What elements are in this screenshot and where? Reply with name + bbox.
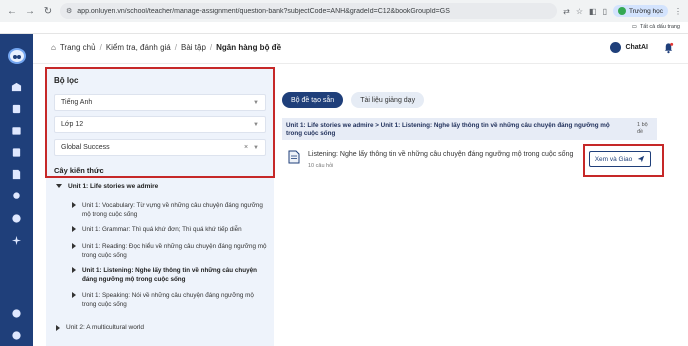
all-bookmarks-label: Tất cả dấu trang <box>639 24 680 30</box>
app-logo[interactable] <box>7 48 26 64</box>
url-text: app.onluyen.vn/school/teacher/manage-ass… <box>77 7 450 15</box>
translate-icon[interactable]: ⇄ <box>563 7 570 16</box>
view-button-label: Xem và Giao <box>594 155 633 163</box>
app-header: ⌂ Trang chủ / Kiểm tra, đánh giá / Bài t… <box>33 34 688 64</box>
tree-item-label: Unit 1: Speaking: Nói về những câu chuyệ… <box>82 292 254 308</box>
tree-node-label: Unit 1: Life stories we admire <box>68 183 159 190</box>
profile-avatar <box>617 7 626 15</box>
filter-panel: Bộ lọc Tiếng Anh ▼ Lớp 12 ▼ Global Succe… <box>46 67 274 346</box>
caret-right-icon <box>72 202 76 208</box>
back-icon[interactable]: ← <box>6 5 18 17</box>
exercise-title: Listening: Nghe lấy thông tin về những c… <box>308 151 574 158</box>
tree-item[interactable]: Unit 1: Vocabulary: Từ vựng về những câu… <box>72 201 268 219</box>
subject-select[interactable]: Tiếng Anh ▼ <box>54 94 266 111</box>
profile-button[interactable]: Trường học <box>612 5 668 17</box>
chevron-down-icon: ▼ <box>253 121 259 128</box>
document-icon[interactable] <box>11 169 23 180</box>
grade-value: Lớp 12 <box>61 121 84 128</box>
caret-right-icon <box>72 267 76 273</box>
caret-down-icon <box>56 184 62 188</box>
bookmark-star-icon[interactable]: ☆ <box>576 7 583 16</box>
forward-icon[interactable]: → <box>24 5 36 17</box>
group-count: 1 bộ đề <box>637 122 648 135</box>
tree-item-label: Unit 1: Reading: Đọc hiểu về những câu c… <box>82 243 267 259</box>
document-icon <box>288 150 300 164</box>
home-icon[interactable]: ⌂ <box>51 43 56 52</box>
chatai-button[interactable]: ChatAI <box>610 42 648 53</box>
tab-teaching-materials[interactable]: Tài liệu giảng dạy <box>351 92 425 108</box>
tree-item[interactable]: Unit 1: Speaking: Nói về những câu chuyệ… <box>72 291 268 309</box>
book-icon[interactable] <box>11 103 23 114</box>
view-and-assign-button[interactable]: Xem và Giao <box>589 151 651 167</box>
sidepanel-icon[interactable]: ▯ <box>603 7 607 16</box>
tree-item-selected[interactable]: Unit 1: Listening: Nghe lấy thông tin về… <box>72 266 268 284</box>
app-sidebar <box>0 34 33 346</box>
tree-item-label: Unit 1: Listening: Nghe lấy thông tin về… <box>82 267 257 283</box>
all-bookmarks[interactable]: ▭ Tất cả dấu trang <box>632 24 680 30</box>
tree-item-label: Unit 1: Grammar: Thì quá khứ đơn; Thì qu… <box>82 226 242 233</box>
group-path: Unit 1: Life stories we admire > Unit 1:… <box>286 122 610 137</box>
sparkle-icon[interactable] <box>11 235 23 246</box>
tree-item[interactable]: Unit 1: Grammar: Thì quá khứ đơn; Thì qu… <box>72 225 268 234</box>
chatai-icon <box>610 42 622 53</box>
robot-icon[interactable] <box>11 330 23 341</box>
subject-value: Tiếng Anh <box>61 99 93 106</box>
caret-right-icon <box>56 325 60 331</box>
profile-label: Trường học <box>628 7 663 15</box>
site-info-icon[interactable]: ⚙ <box>66 7 72 15</box>
content-tabs: Bộ đề tạo sẵn Tài liệu giảng dạy <box>282 92 425 108</box>
pie-chart-icon[interactable] <box>11 308 23 319</box>
tree-node-unit2[interactable]: Unit 2: A multicultural world <box>56 324 144 331</box>
folder-icon: ▭ <box>631 24 637 30</box>
breadcrumb-home[interactable]: Trang chủ <box>60 43 96 52</box>
book-select[interactable]: Global Success × ▼ <box>54 139 266 156</box>
filter-title: Bộ lọc <box>54 76 79 85</box>
breadcrumb-exercises[interactable]: Bài tập <box>181 43 206 52</box>
browser-toolbar: ← → ↻ ⚙ app.onluyen.vn/school/teacher/ma… <box>0 0 688 22</box>
group-header: Unit 1: Life stories we admire > Unit 1:… <box>282 118 657 140</box>
reload-icon[interactable]: ↻ <box>42 5 54 17</box>
chevron-down-icon: ▼ <box>253 99 259 106</box>
bell-icon[interactable] <box>663 42 674 54</box>
caret-right-icon <box>72 292 76 298</box>
book-value: Global Success <box>61 144 110 151</box>
knowledge-tree-title: Cây kiến thức <box>54 166 104 175</box>
clear-icon[interactable]: × <box>244 144 248 151</box>
bookmarks-bar: ▭ Tất cả dấu trang <box>0 22 688 34</box>
address-bar[interactable]: ⚙ app.onluyen.vn/school/teacher/manage-a… <box>60 3 558 19</box>
chevron-down-icon: ▼ <box>253 144 259 151</box>
send-icon <box>638 155 645 163</box>
chat-icon[interactable] <box>11 213 23 224</box>
caret-right-icon <box>72 243 76 249</box>
grade-select[interactable]: Lớp 12 ▼ <box>54 116 266 133</box>
tree-node-label: Unit 2: A multicultural world <box>66 324 145 331</box>
tasks-icon[interactable] <box>11 147 23 158</box>
caret-right-icon <box>72 226 76 232</box>
breadcrumb: ⌂ Trang chủ / Kiểm tra, đánh giá / Bài t… <box>51 43 282 52</box>
school-icon[interactable] <box>11 81 23 92</box>
tree-item[interactable]: Unit 1: Reading: Đọc hiểu về những câu c… <box>72 242 268 260</box>
extensions-icon[interactable]: ◧ <box>589 7 597 16</box>
award-icon[interactable] <box>11 191 23 202</box>
chatai-label: ChatAI <box>625 44 648 51</box>
menu-icon[interactable]: ⋮ <box>674 7 682 16</box>
main-content: Bộ đề tạo sẵn Tài liệu giảng dạy Unit 1:… <box>280 67 680 346</box>
calendar-icon[interactable] <box>11 125 23 136</box>
tree-node-unit1[interactable]: Unit 1: Life stories we admire <box>56 183 158 190</box>
breadcrumb-assessment[interactable]: Kiểm tra, đánh giá <box>106 43 171 52</box>
tree-item-label: Unit 1: Vocabulary: Từ vựng về những câu… <box>82 202 263 218</box>
question-count: 10 câu hỏi <box>308 163 334 169</box>
tab-preset-sets[interactable]: Bộ đề tạo sẵn <box>282 92 344 108</box>
breadcrumb-current: Ngân hàng bộ đề <box>216 43 282 52</box>
